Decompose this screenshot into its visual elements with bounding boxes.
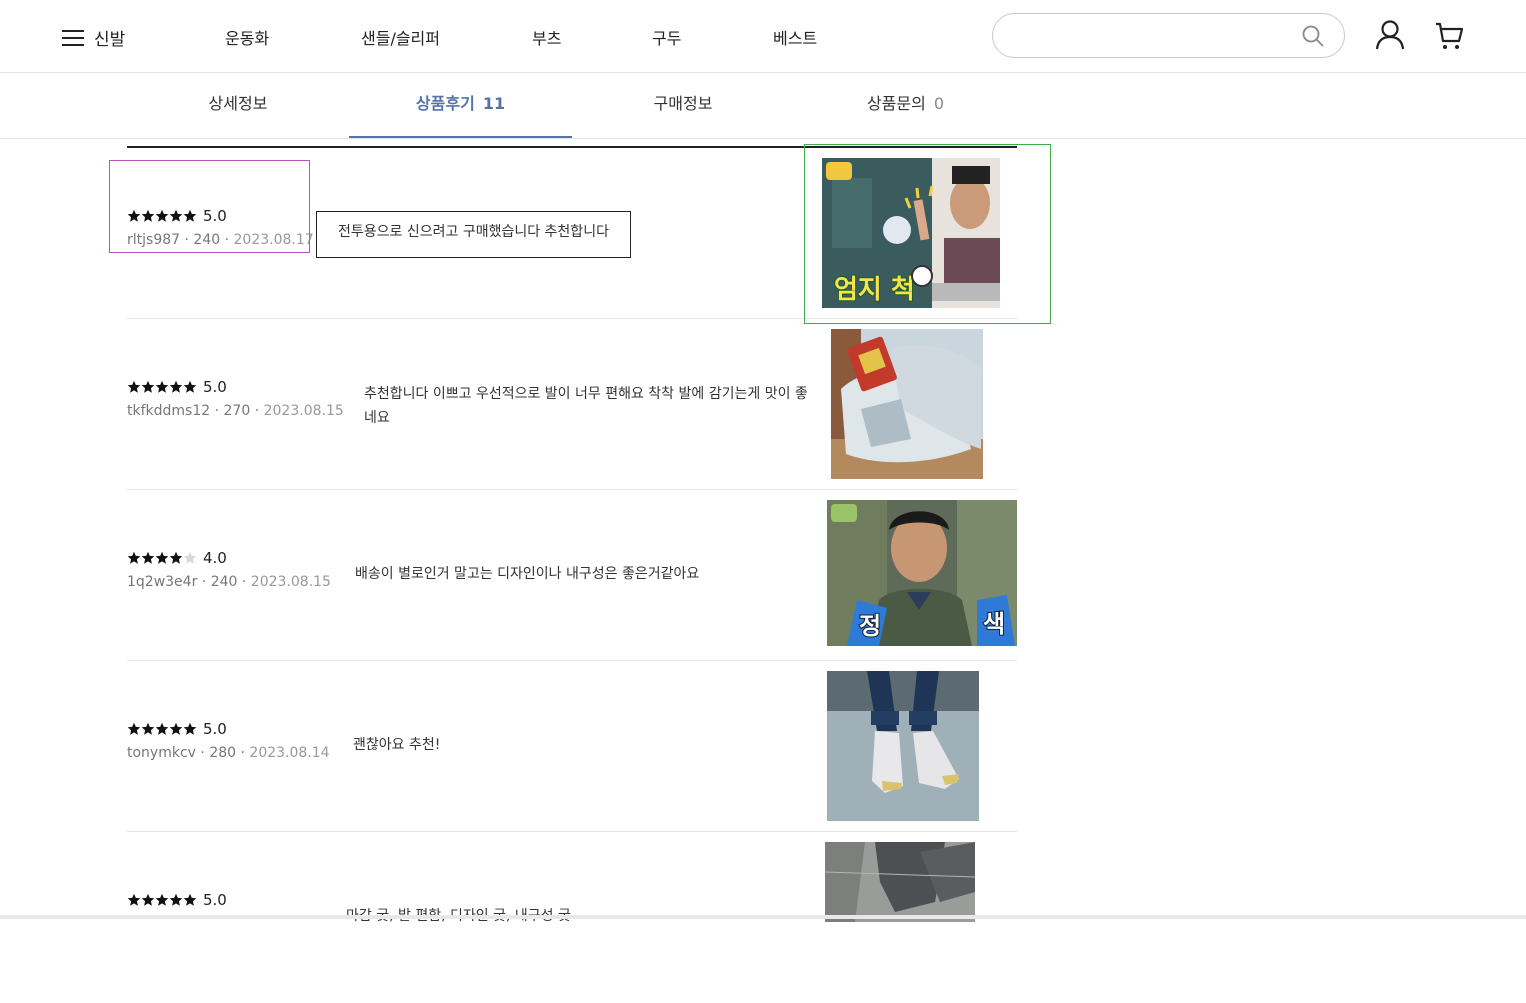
bottom-edge (0, 915, 1526, 919)
search-icon[interactable] (1302, 25, 1324, 47)
star-filled-icon (127, 722, 141, 735)
photo-caption-left: 정 (859, 612, 881, 640)
review-photo-image (827, 671, 979, 821)
product-tabs: 상세정보 상품후기 11 구매정보 상품문의 0 (0, 73, 1526, 139)
review-photo[interactable]: 정 색 (827, 500, 1017, 646)
star-filled-icon (155, 380, 169, 393)
photo-caption-right: 색 (983, 610, 1005, 638)
star-filled-icon (169, 551, 183, 564)
review-photo[interactable] (831, 329, 983, 479)
category-menu-button[interactable]: 신발 (62, 25, 125, 50)
star-filled-icon (141, 551, 155, 564)
tab-purchase-info-label: 구매정보 (653, 94, 713, 113)
review-size: 270 (223, 403, 251, 419)
top-navigation-bar: 신발 운동화 샌들/슬리퍼 부츠 구두 베스트 (0, 0, 1526, 73)
star-rating: 5.0 (127, 378, 344, 396)
review-author: 1q2w3e4r (127, 574, 198, 590)
nav-category-dress-shoes[interactable]: 구두 (652, 25, 681, 49)
review-author: tonymkcv (127, 745, 196, 761)
review-meta: 5.0 tkfkddms12 · 270 · 2023.08.15 (127, 378, 344, 419)
rating-value: 5.0 (203, 378, 227, 396)
search-input[interactable] (1011, 24, 1291, 48)
review-author-line: tkfkddms12 · 270 · 2023.08.15 (127, 403, 344, 419)
tab-purchase-info[interactable]: 구매정보 (572, 73, 794, 138)
review-photo-image: 정 색 (827, 500, 1017, 646)
search-box (992, 13, 1345, 58)
star-filled-icon (127, 893, 141, 906)
highlight-box-green (804, 144, 1051, 324)
category-menu-label: 신발 (94, 30, 126, 50)
review-author-line: 1q2w3e4r · 240 · 2023.08.15 (127, 574, 331, 590)
star-filled-icon (141, 722, 155, 735)
review-photo-image (831, 329, 983, 479)
tab-details[interactable]: 상세정보 (127, 73, 349, 138)
review-meta: 4.0 1q2w3e4r · 240 · 2023.08.15 (127, 549, 331, 590)
review-date: 2023.08.15 (250, 574, 331, 590)
star-rating: 4.0 (127, 549, 331, 567)
star-rating: 5.0 (127, 720, 330, 738)
hamburger-icon (62, 29, 84, 46)
review-item: 5.0 tkfkddms12 · 270 · 2023.08.15 추천합니다 … (127, 319, 1017, 490)
rating-value: 5.0 (203, 720, 227, 738)
tab-reviews[interactable]: 상품후기 11 (349, 73, 572, 138)
nav-category-sandals[interactable]: 샌들/슬리퍼 (361, 25, 440, 49)
review-author: tkfkddms12 (127, 403, 211, 419)
star-filled-icon (169, 380, 183, 393)
star-empty-icon (183, 551, 197, 564)
review-text[interactable]: 배송이 별로인거 말고는 디자인이나 내구성은 좋은거같아요 (355, 562, 699, 586)
star-rating: 5.0 (127, 891, 227, 909)
review-size: 240 (210, 574, 238, 590)
star-filled-icon (155, 893, 169, 906)
review-item: 4.0 1q2w3e4r · 240 · 2023.08.15 배송이 별로인거… (127, 490, 1017, 661)
review-size: 280 (209, 745, 237, 761)
review-author-line: tonymkcv · 280 · 2023.08.14 (127, 745, 330, 761)
review-item: 5.0 tonymkcv · 280 · 2023.08.14 괜찮아요 추천! (127, 661, 1017, 832)
highlight-box-black (316, 211, 631, 258)
review-date: 2023.08.15 (263, 403, 344, 419)
tab-inquiries-count: 0 (933, 94, 945, 113)
nav-category-boots[interactable]: 부츠 (532, 25, 561, 49)
rating-value: 4.0 (203, 549, 227, 567)
tab-inquiries-label: 상품문의 (866, 94, 926, 113)
review-text[interactable]: 괜찮아요 추천! (353, 733, 440, 757)
rating-value: 5.0 (203, 891, 227, 909)
nav-category-best[interactable]: 베스트 (773, 25, 817, 49)
star-filled-icon (141, 893, 155, 906)
star-filled-icon (155, 722, 169, 735)
star-filled-icon (127, 551, 141, 564)
star-filled-icon (169, 722, 183, 735)
tab-reviews-label: 상품후기 (415, 94, 475, 113)
nav-category-sneakers[interactable]: 운동화 (225, 25, 269, 49)
tab-details-label: 상세정보 (208, 94, 268, 113)
review-photo[interactable] (825, 842, 975, 922)
highlight-box-purple (109, 160, 310, 253)
review-photo[interactable] (827, 671, 979, 821)
user-account-icon[interactable] (1375, 19, 1405, 51)
star-filled-icon (127, 380, 141, 393)
review-meta: 5.0 tonymkcv · 280 · 2023.08.14 (127, 720, 330, 761)
tab-reviews-count: 11 (482, 94, 506, 113)
tab-inquiries[interactable]: 상품문의 0 (794, 73, 1017, 138)
star-filled-icon (169, 893, 183, 906)
cart-icon[interactable] (1434, 21, 1464, 51)
star-filled-icon (141, 380, 155, 393)
review-photo-image (825, 842, 975, 922)
star-filled-icon (183, 380, 197, 393)
star-filled-icon (183, 893, 197, 906)
star-filled-icon (155, 551, 169, 564)
star-filled-icon (183, 722, 197, 735)
review-date: 2023.08.14 (249, 745, 330, 761)
review-meta: 5.0 (127, 891, 227, 909)
review-text[interactable]: 추천합니다 이쁘고 우선적으로 발이 너무 편해요 착착 발에 감기는게 맛이 … (364, 382, 819, 430)
